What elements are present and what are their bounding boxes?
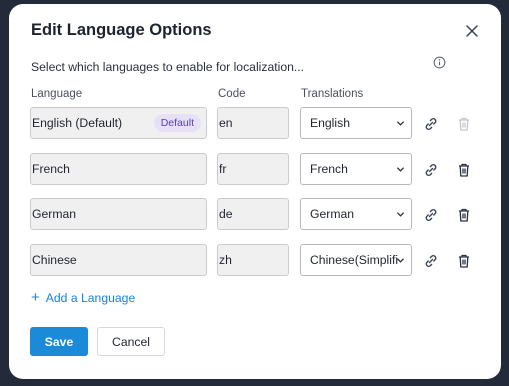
chevron-down-icon bbox=[396, 258, 405, 263]
add-language-label: Add a Language bbox=[45, 290, 136, 305]
column-header-language: Language bbox=[31, 88, 83, 100]
chevron-down-icon bbox=[396, 167, 405, 172]
language-code-field[interactable]: de bbox=[217, 198, 289, 230]
link-icon[interactable] bbox=[423, 116, 439, 132]
language-code-value: fr bbox=[219, 162, 227, 176]
dialog-subtitle: Select which languages to enable for loc… bbox=[31, 60, 305, 74]
language-name-field[interactable]: Chinese bbox=[30, 244, 207, 276]
language-name-value: French bbox=[32, 162, 70, 176]
chevron-down-icon bbox=[396, 212, 405, 217]
trash-icon bbox=[459, 117, 469, 131]
edit-language-dialog: Edit Language Options Select which langu… bbox=[9, 4, 501, 379]
save-button[interactable]: Save bbox=[30, 327, 88, 356]
language-code-field[interactable]: zh bbox=[217, 244, 289, 276]
language-code-value: en bbox=[219, 116, 233, 130]
language-code-value: zh bbox=[219, 253, 232, 267]
info-icon[interactable] bbox=[433, 56, 446, 69]
column-header-code: Code bbox=[218, 88, 246, 100]
close-icon[interactable] bbox=[464, 23, 480, 39]
trash-icon[interactable] bbox=[456, 253, 472, 269]
translation-select-value: German bbox=[310, 207, 355, 221]
language-name-value: Chinese bbox=[32, 253, 77, 267]
language-code-field[interactable]: fr bbox=[217, 153, 289, 185]
link-icon[interactable] bbox=[423, 207, 439, 223]
language-name-value: German bbox=[32, 207, 77, 221]
cancel-button[interactable]: Cancel bbox=[97, 327, 165, 356]
dialog-title: Edit Language Options bbox=[31, 21, 212, 39]
translation-select-value: Chinese(Simplified) bbox=[310, 253, 398, 267]
default-badge: Default bbox=[153, 114, 201, 132]
translation-select[interactable]: Chinese(Simplified) bbox=[300, 244, 412, 276]
language-code-field[interactable]: en bbox=[217, 107, 289, 139]
link-icon[interactable] bbox=[423, 253, 439, 269]
chevron-down-icon bbox=[396, 121, 405, 126]
link-icon[interactable] bbox=[423, 162, 439, 178]
translation-select[interactable]: German bbox=[300, 198, 412, 230]
translation-select[interactable]: French bbox=[300, 153, 412, 185]
column-header-translations: Translations bbox=[301, 88, 364, 100]
translation-select-value: French bbox=[310, 162, 348, 176]
trash-icon[interactable] bbox=[456, 207, 472, 223]
language-name-field[interactable]: French bbox=[30, 153, 207, 185]
trash-icon[interactable] bbox=[456, 162, 472, 178]
translation-select[interactable]: English bbox=[300, 107, 412, 139]
add-language-link[interactable]: + Add a Language bbox=[31, 290, 135, 305]
language-name-field[interactable]: German bbox=[30, 198, 207, 230]
plus-icon: + bbox=[31, 289, 40, 306]
language-name-field[interactable]: English (Default) Default bbox=[30, 107, 207, 139]
language-code-value: de bbox=[219, 207, 233, 221]
translation-select-value: English bbox=[310, 116, 350, 130]
language-name-value: English (Default) bbox=[32, 116, 123, 130]
